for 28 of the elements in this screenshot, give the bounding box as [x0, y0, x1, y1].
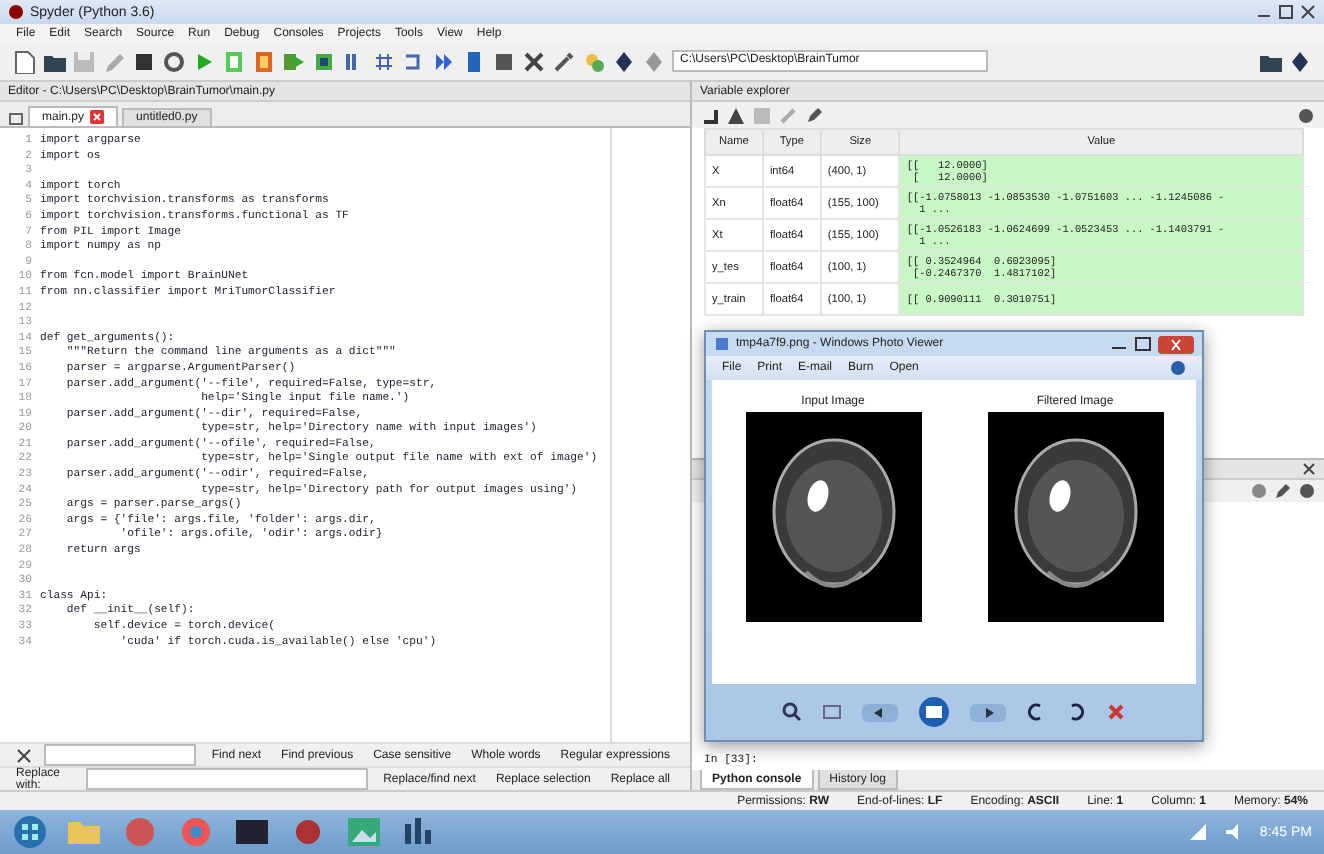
close-icon[interactable]	[1302, 462, 1316, 476]
run-icon[interactable]	[192, 49, 216, 73]
speaker-icon	[1223, 822, 1244, 842]
rotate-left-icon[interactable]	[1026, 702, 1046, 722]
delete-icon[interactable]	[1106, 702, 1126, 722]
slideshow-icon[interactable]	[918, 696, 950, 728]
run-cell-icon[interactable]	[252, 49, 276, 73]
spyder-logo-icon	[8, 4, 24, 20]
rotate-right-icon[interactable]	[1066, 702, 1086, 722]
photo-viewer-icon	[714, 336, 730, 352]
debug-icon[interactable]	[312, 49, 336, 73]
start-button-icon[interactable]	[12, 814, 48, 850]
gear-icon[interactable]	[162, 49, 186, 73]
replace-field[interactable]	[86, 768, 368, 790]
wrench-icon[interactable]	[552, 49, 576, 73]
next-icon[interactable]	[970, 703, 1006, 721]
find-field[interactable]	[44, 744, 196, 766]
close-icon[interactable]	[16, 747, 32, 763]
actual-size-icon[interactable]	[822, 702, 842, 722]
network-icon	[1187, 822, 1208, 842]
close-tab-icon[interactable]	[90, 110, 105, 124]
previous-icon[interactable]	[862, 703, 898, 721]
close-icon[interactable]	[1300, 4, 1316, 20]
browse-tabs-icon[interactable]	[8, 110, 24, 126]
continue-icon[interactable]	[432, 49, 456, 73]
zoom-icon[interactable]	[782, 702, 802, 722]
close-icon[interactable]	[1158, 335, 1194, 353]
new-file-icon[interactable]	[12, 49, 36, 73]
